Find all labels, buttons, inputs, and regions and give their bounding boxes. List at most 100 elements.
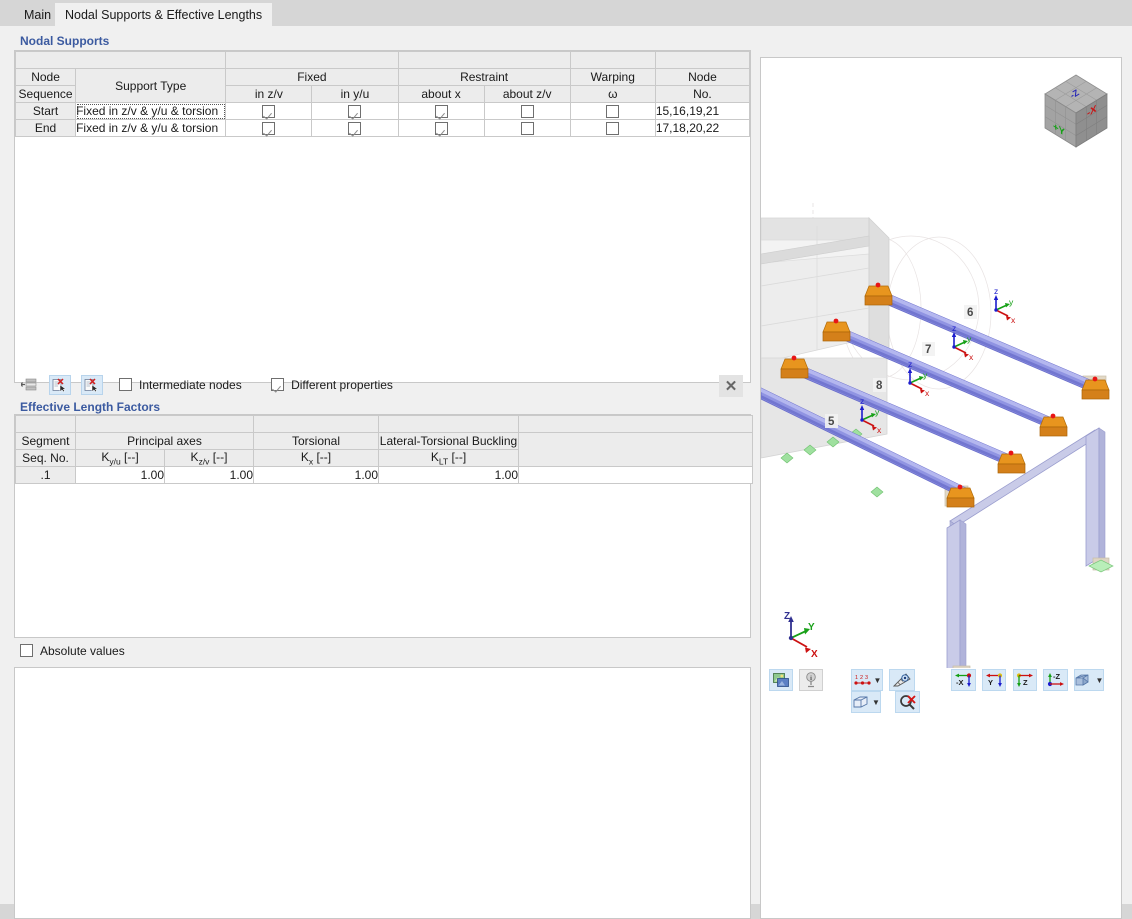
- cell-restraint-x[interactable]: [398, 103, 484, 120]
- cell-kzv[interactable]: 1.00: [165, 467, 254, 484]
- model-viewport[interactable]: 6 7 8 5 z y x: [760, 57, 1122, 919]
- checkbox-restraint-x[interactable]: [435, 105, 448, 118]
- view-z-icon[interactable]: Z: [1013, 669, 1037, 691]
- view-minus-x-icon[interactable]: -X: [951, 669, 976, 691]
- intermediate-nodes-checkbox[interactable]: [119, 378, 132, 391]
- checkbox-fixed-z[interactable]: [262, 122, 275, 135]
- spacer-node: [655, 52, 749, 69]
- cell-support-type[interactable]: Fixed in z/v & y/u & torsion: [76, 120, 226, 137]
- col-kx: Kx [--]: [254, 450, 379, 467]
- cell-node-no[interactable]: 15,16,19,21: [655, 103, 749, 120]
- table-row[interactable]: .1 1.00 1.00 1.00 1.00: [16, 467, 753, 484]
- absolute-values-row[interactable]: Absolute values: [20, 643, 151, 658]
- checkbox-fixed-z[interactable]: [262, 105, 275, 118]
- col-segment-line1: Segment: [16, 433, 76, 450]
- reset-zoom-icon[interactable]: [895, 691, 920, 713]
- cell-fixed-y[interactable]: [312, 103, 398, 120]
- absolute-values-checkbox[interactable]: [20, 644, 33, 657]
- nodal-supports-section-title: Nodal Supports: [14, 31, 751, 52]
- different-properties-checkbox[interactable]: [271, 378, 284, 391]
- cell-restraint-z[interactable]: [484, 103, 570, 120]
- group-fixed: Fixed: [226, 69, 398, 86]
- global-axis-y-label: Y: [808, 622, 815, 633]
- col-kyu-sub: y/u: [109, 456, 120, 466]
- group-warping: Warping: [570, 69, 655, 86]
- cell-warping[interactable]: [570, 120, 655, 137]
- cell-node-no[interactable]: 17,18,20,22: [655, 120, 749, 137]
- absolute-values-checkbox-row[interactable]: Absolute values: [20, 644, 125, 658]
- svg-text:3: 3: [865, 675, 868, 681]
- info-icon[interactable]: i: [799, 669, 823, 691]
- table-row[interactable]: End Fixed in z/v & y/u & torsion 17,: [16, 120, 750, 137]
- col-fixed-z: in z/v: [226, 86, 312, 103]
- col-kx-base: K: [301, 450, 309, 464]
- tab-main-label: Main: [24, 8, 51, 22]
- svg-text:Z: Z: [1023, 678, 1028, 687]
- checkbox-warping[interactable]: [606, 122, 619, 135]
- delete-all-rows-icon[interactable]: [81, 375, 103, 395]
- delete-row-icon[interactable]: [49, 375, 71, 395]
- cell-klt[interactable]: 1.00: [379, 467, 519, 484]
- close-icon[interactable]: ✕: [719, 375, 743, 397]
- cell-warping[interactable]: [570, 103, 655, 120]
- svg-text:Y: Y: [988, 678, 993, 687]
- checkbox-fixed-y[interactable]: [348, 122, 361, 135]
- nodal-supports-toolbar-options: Intermediate nodes Different properties: [119, 377, 419, 392]
- spacer-empty: [519, 416, 753, 433]
- cell-fixed-y[interactable]: [312, 120, 398, 137]
- checkbox-fixed-y[interactable]: [348, 105, 361, 118]
- tab-nodal-supports-effective-lengths[interactable]: Nodal Supports & Effective Lengths: [55, 3, 272, 26]
- spacer-restraint: [398, 52, 570, 69]
- nodal-supports-table[interactable]: Node Support Type Fixed Restraint Warpin…: [15, 51, 750, 137]
- col-kzv-base: K: [191, 450, 199, 464]
- tab-bar: Main Nodal Supports & Effective Lengths: [0, 0, 1132, 26]
- group-restraint: Restraint: [398, 69, 570, 86]
- dimensions-icon[interactable]: [889, 669, 915, 691]
- cell-sequence: End: [16, 120, 76, 137]
- col-segment-line2: Seq. No.: [16, 450, 76, 467]
- cell-kyu[interactable]: 1.00: [76, 467, 165, 484]
- checkbox-restraint-z[interactable]: [521, 122, 534, 135]
- checkbox-warping[interactable]: [606, 105, 619, 118]
- checkbox-restraint-z[interactable]: [521, 105, 534, 118]
- chevron-down-icon[interactable]: ▼: [1095, 676, 1103, 685]
- global-axis-z-label: Z: [784, 611, 790, 622]
- box-view-icon[interactable]: ▼: [851, 691, 881, 713]
- different-properties-checkbox-row[interactable]: Different properties: [271, 378, 393, 392]
- view-y-icon[interactable]: Y: [982, 669, 1006, 691]
- svg-text:2: 2: [860, 675, 863, 681]
- table-row[interactable]: Start Fixed in z/v & y/u & torsion 1: [16, 103, 750, 120]
- cell-fixed-z[interactable]: [226, 103, 312, 120]
- effective-lengths-table[interactable]: Segment Principal axes Torsional Lateral…: [15, 415, 753, 484]
- display-style-icon[interactable]: ▼: [1074, 669, 1104, 691]
- global-axis-x-label: X: [811, 649, 818, 660]
- group-node: Node: [655, 69, 749, 86]
- chevron-down-icon[interactable]: ▼: [872, 698, 880, 707]
- cell-segment: .1: [16, 467, 76, 484]
- view-minus-z-icon[interactable]: -Z: [1043, 669, 1068, 691]
- local-axis-z: z: [952, 323, 956, 333]
- insert-row-icon[interactable]: [18, 375, 40, 395]
- col-fixed-y: in y/u: [312, 86, 398, 103]
- effective-lengths-tbody: .1 1.00 1.00 1.00 1.00: [16, 467, 753, 484]
- cell-restraint-z[interactable]: [484, 120, 570, 137]
- local-axis-z: z: [860, 396, 864, 406]
- spacer-principal: [76, 416, 254, 433]
- intermediate-nodes-checkbox-row[interactable]: Intermediate nodes: [119, 378, 242, 392]
- spacer-fixed: [226, 52, 398, 69]
- cell-empty: [519, 467, 753, 484]
- cell-support-type[interactable]: Fixed in z/v & y/u & torsion: [76, 103, 226, 120]
- group-ltb: Lateral-Torsional Buckling: [379, 433, 519, 450]
- checkbox-restraint-x[interactable]: [435, 122, 448, 135]
- cell-restraint-x[interactable]: [398, 120, 484, 137]
- numbering-icon[interactable]: 1 2 3 ▼: [851, 669, 883, 691]
- cell-fixed-z[interactable]: [226, 120, 312, 137]
- cell-kx[interactable]: 1.00: [254, 467, 379, 484]
- col-node-sequence-line1: Node: [16, 69, 76, 86]
- chevron-down-icon[interactable]: ▼: [874, 676, 882, 685]
- render-mode-icon[interactable]: [769, 669, 793, 691]
- viewport-toolbar-right: 1 2 3 ▼: [851, 669, 1121, 713]
- header-row-group: Node Support Type Fixed Restraint Warpin…: [16, 69, 750, 86]
- model-3d-view[interactable]: 6 7 8 5 z y x: [761, 58, 1121, 668]
- col-kx-unit: [--]: [313, 450, 331, 464]
